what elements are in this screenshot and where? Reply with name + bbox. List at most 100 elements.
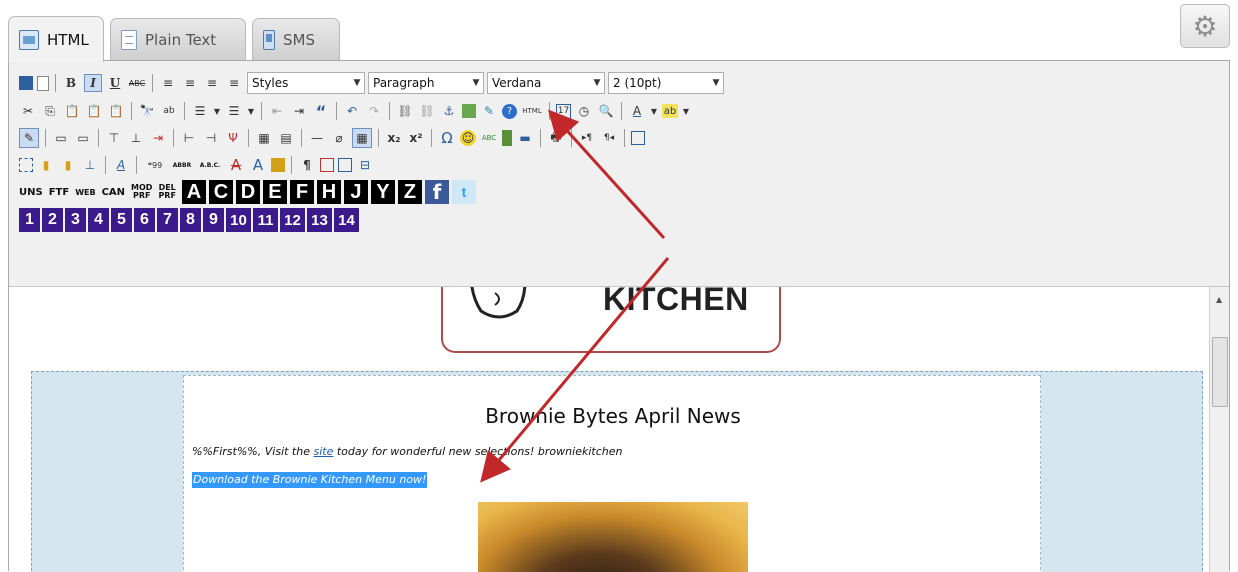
letter-button[interactable]: Y [370,180,395,204]
fullscreen-icon[interactable] [631,131,645,145]
col-before-icon[interactable]: ⊢ [180,129,198,147]
styleprops-icon[interactable]: A [112,156,130,174]
bullet-list-icon[interactable]: ☰ [191,102,209,120]
visualchars-icon[interactable]: ¶ [298,156,316,174]
twitter-icon[interactable]: t [451,180,476,204]
col-after-icon[interactable]: ⊣ [202,129,220,147]
letter-button[interactable]: Z [397,180,422,204]
delete-row-icon[interactable]: ⇥ [149,129,167,147]
number-button[interactable]: 8 [180,208,201,232]
align-justify-icon[interactable]: ≡ [225,74,243,92]
number-button[interactable]: 6 [134,208,155,232]
merge-can-button[interactable]: CAN [102,187,125,198]
del-icon[interactable]: A [227,156,245,174]
insert-time-icon[interactable]: ◷ [575,102,593,120]
strikethrough-icon[interactable]: ABC [128,74,146,92]
site-link[interactable]: site [313,445,333,458]
tab-plain-text[interactable]: Plain Text [110,18,246,60]
selected-menu-link-text[interactable]: Download the Brownie Kitchen Menu now! [192,472,428,488]
special-char-icon[interactable]: Ω [438,129,456,147]
attribs-icon[interactable] [271,158,285,172]
table-icon[interactable]: ▦ [352,128,372,148]
cite-icon[interactable]: ❝99 [143,156,167,174]
blockquote-icon[interactable]: “ [312,102,330,121]
number-button[interactable]: 11 [253,208,278,232]
superscript-icon[interactable]: x² [407,129,425,147]
number-button[interactable]: 7 [157,208,178,232]
undo-icon[interactable]: ↶ [343,102,361,120]
font-select[interactable]: Verdana ▼ [487,72,605,94]
number-button[interactable]: 1 [19,208,40,232]
format-select[interactable]: Paragraph ▼ [368,72,484,94]
html-source-icon[interactable]: HTML [521,102,543,120]
merge-ftf-button[interactable]: FTF [49,187,69,198]
table-props-icon[interactable]: ▤ [277,129,295,147]
merge-uns-button[interactable]: UNS [19,187,43,198]
acronym-icon[interactable]: A.B.C. [199,156,221,174]
save-icon[interactable] [19,76,33,90]
insert-layer-icon[interactable]: ▭ [52,129,70,147]
horizontal-rule-icon[interactable]: — [308,129,326,147]
number-button[interactable]: 12 [280,208,305,232]
paste-word-icon[interactable]: 📋 [107,102,125,120]
table-row-before-icon[interactable]: ⊤ [105,129,123,147]
align-left-icon[interactable]: ≡ [159,74,177,92]
delete-col-icon[interactable]: Ψ [224,129,242,147]
font-size-select[interactable]: 2 (10pt) ▼ [608,72,724,94]
chevron-down-icon[interactable]: ▼ [650,102,658,120]
media-icon[interactable] [502,130,512,146]
print-icon[interactable]: 🖶 [547,129,565,147]
insert-image-icon[interactable] [462,104,476,118]
replace-icon[interactable]: ab [160,102,178,120]
unlink-icon[interactable]: ⛓ [418,102,436,120]
number-button[interactable]: 10 [226,208,251,232]
number-button[interactable]: 4 [88,208,109,232]
rtl-icon[interactable]: ¶◂ [600,129,618,147]
preview-icon[interactable]: 🔍 [597,102,615,120]
scrollbar-thumb[interactable] [1212,337,1228,407]
tab-html[interactable]: HTML [8,16,104,62]
pagebreak-icon[interactable]: ⊟ [356,156,374,174]
paste-text-icon[interactable]: 📋 [85,102,103,120]
letter-button[interactable]: J [343,180,368,204]
number-button[interactable]: 3 [65,208,86,232]
layer-properties-icon[interactable]: ▭ [74,129,92,147]
number-button[interactable]: 9 [203,208,224,232]
editor-content[interactable]: KITCHEN Brownie Bytes April News %%First… [9,287,1209,572]
number-button[interactable]: 14 [334,208,359,232]
number-button[interactable]: 5 [111,208,132,232]
scroll-up-icon[interactable]: ▲ [1216,295,1222,304]
chevron-down-icon[interactable]: ▼ [247,102,255,120]
underline-icon[interactable]: U [106,74,124,92]
vertical-scrollbar[interactable]: ▲ [1209,287,1229,572]
background-color-icon[interactable]: ab [662,104,678,118]
text-color-icon[interactable]: A [628,102,646,120]
letter-button[interactable]: H [316,180,341,204]
align-center-icon[interactable]: ≡ [181,74,199,92]
remove-format-icon[interactable]: ⌀ [330,129,348,147]
subscript-icon[interactable]: x₂ [385,129,403,147]
template-icon[interactable] [338,158,352,172]
select-all-icon[interactable] [19,158,33,172]
letter-button[interactable]: F [289,180,314,204]
table-row-after-icon[interactable]: ⊥ [127,129,145,147]
help-icon[interactable]: ? [502,103,517,119]
insert-table-icon[interactable]: ▦ [255,129,273,147]
merge-mod-prf-button[interactable]: MOD PRF [131,184,152,200]
outdent-icon[interactable]: ⇤ [268,102,286,120]
new-document-icon[interactable] [37,75,49,91]
bold-icon[interactable]: B [62,74,80,92]
move-backward-icon[interactable]: ▮ [59,156,77,174]
letter-button[interactable]: E [262,180,287,204]
nonbreaking-icon[interactable] [320,158,334,172]
find-icon[interactable]: 🔭 [138,102,156,120]
copy-icon[interactable]: ⎘ [41,102,59,120]
absolute-icon[interactable]: ⊥ [81,156,99,174]
number-button[interactable]: 2 [42,208,63,232]
letter-button[interactable]: C [208,180,233,204]
page-break-icon[interactable]: ▬ [516,129,534,147]
chevron-down-icon[interactable]: ▼ [682,102,690,120]
merge-web-button[interactable]: WEB [75,188,95,197]
move-forward-icon[interactable]: ▮ [37,156,55,174]
chevron-down-icon[interactable]: ▼ [213,102,221,120]
